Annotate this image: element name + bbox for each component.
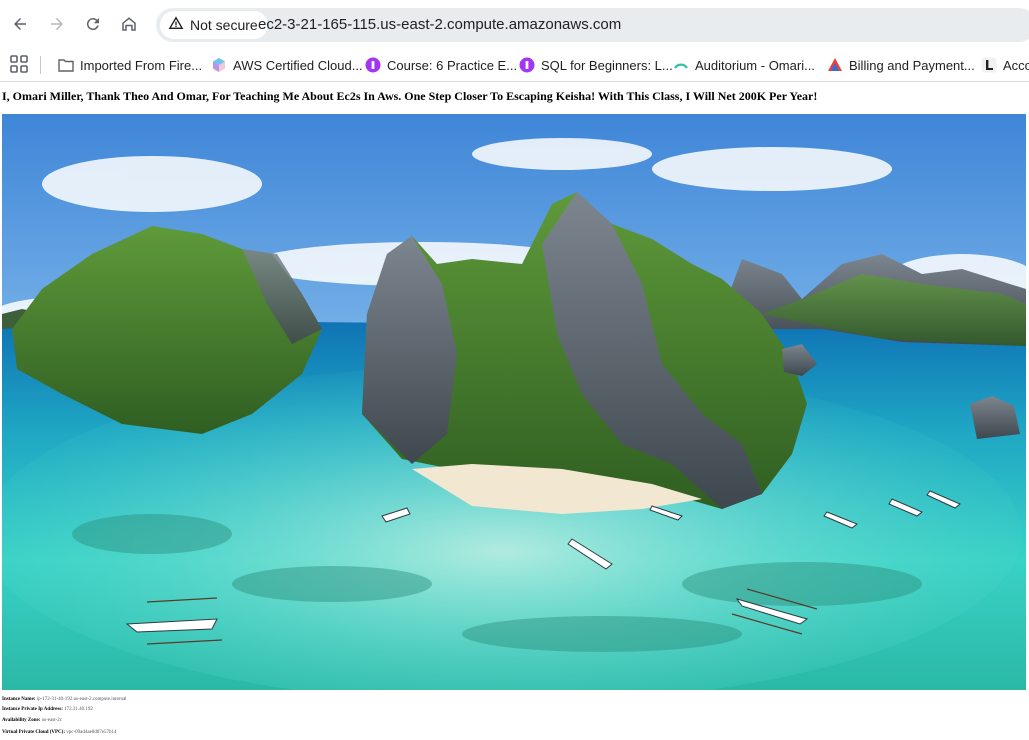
vpc-label: Virtual Private Cloud (VPC): [2,730,65,735]
cube-icon [213,58,225,72]
bookmark-label: Acco [1003,57,1029,73]
tricolor-triangle-icon [828,58,842,71]
instance-name-value: ip-172-31-40-192.us-east-2.compute.inter… [36,697,127,702]
bookmark-label: Course: 6 Practice E... [387,57,518,73]
bookmark-label: Auditorium - Omari... [695,57,815,73]
availability-zone-label: Availability Zone: [2,718,41,723]
teal-arc-icon [674,63,688,69]
bookmark-label: AWS Certified Cloud... [233,57,363,73]
bookmark-auditorium[interactable]: Auditorium - Omari... [673,53,815,77]
availability-zone-line: Availability Zone: us-east-2c [2,718,62,724]
back-arrow-icon[interactable] [6,10,34,38]
home-icon[interactable] [115,10,143,38]
letter-l-icon [981,57,997,73]
instance-name-line: Instance Name: ip-172-31-40-192.us-east-… [2,697,127,703]
bookmarks-bar: Imported From Fire... AWS Certified Clou… [0,48,1029,82]
instance-name-label: Instance Name: [2,697,36,702]
bookmarks-divider [40,56,41,74]
private-ip-line: Instance Private Ip Address: 172.31.40.1… [2,707,93,713]
apps-grid-icon[interactable] [10,55,28,73]
bookmark-sql-for-beginners[interactable]: SQL for Beginners: L... [519,53,673,77]
security-indicator[interactable]: Not secure [160,11,268,39]
bookmark-aws-certified[interactable]: AWS Certified Cloud... [211,53,363,77]
bookmark-account[interactable]: Acco [981,53,1029,77]
reload-icon[interactable] [79,10,107,38]
bookmark-billing-and-payment[interactable]: Billing and Payment... [827,53,975,77]
private-ip-label: Instance Private Ip Address: [2,707,63,712]
bookmark-label: SQL for Beginners: L... [541,57,673,73]
address-bar[interactable]: Not secure ec2-3-21-165-115.us-east-2.co… [156,8,1029,42]
bookmark-label: Imported From Fire... [80,57,203,73]
bookmark-label: Billing and Payment... [849,57,975,73]
url-text[interactable]: ec2-3-21-165-115.us-east-2.compute.amazo… [258,16,621,33]
availability-zone-value: us-east-2c [41,718,62,723]
hero-island-image [2,114,1026,690]
folder-icon [58,59,74,72]
forward-arrow-icon[interactable] [43,10,71,38]
vpc-value: vpc-09ad4ae0d07e57b14 [66,730,117,735]
page-heading: I, Omari Miller, Thank Theo And Omar, Fo… [2,89,818,103]
vpc-line: Virtual Private Cloud (VPC): vpc-09ad4ae… [2,730,117,736]
security-label: Not secure [190,17,258,33]
purple-circle-icon [365,57,381,73]
bookmark-course-practice[interactable]: Course: 6 Practice E... [365,53,517,77]
warning-triangle-icon [168,15,184,35]
bookmark-imported-from-firefox[interactable]: Imported From Fire... [58,53,202,77]
private-ip-value: 172.31.40.192 [64,707,93,712]
browser-toolbar: Not secure ec2-3-21-165-115.us-east-2.co… [0,0,1029,48]
purple-circle-icon [519,57,535,73]
